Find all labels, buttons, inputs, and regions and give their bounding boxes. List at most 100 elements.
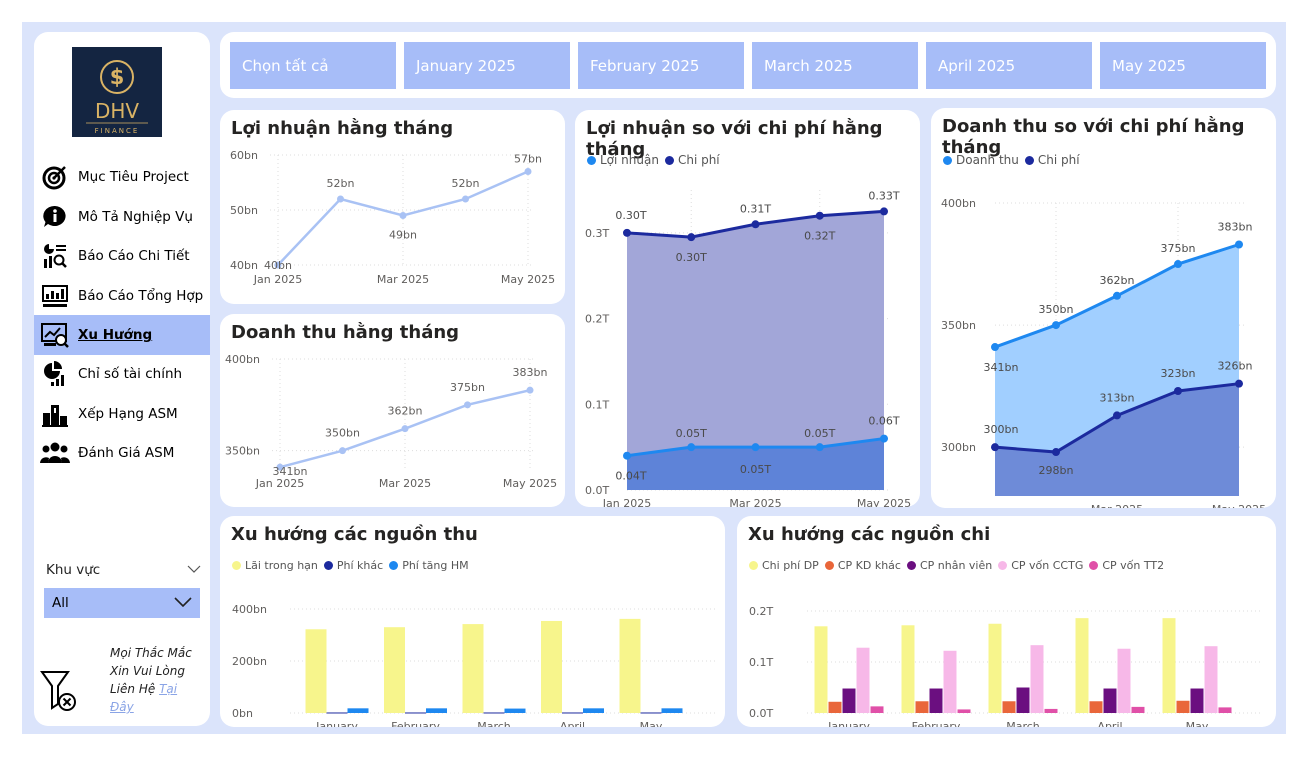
slicer-february-button[interactable]: February 2025 (578, 42, 744, 89)
x-tick-label: February (391, 720, 440, 727)
target-icon (40, 164, 70, 190)
data-point (1235, 240, 1243, 249)
bar (1075, 618, 1089, 713)
data-label: 0.04T (615, 470, 646, 483)
data-label: 0.05T (740, 463, 771, 476)
y-tick-label: 0.3T (585, 227, 609, 240)
profit-vs-cost-chart: 0.0T 0.1T 0.2T 0.3T Jan 2025 Mar 2025 May 2025… (585, 189, 911, 507)
x-tick-label: May (1186, 720, 1209, 727)
revenue-vs-cost-card: Doanh thu so với chi phí hằng tháng Doan… (931, 108, 1276, 508)
svg-text:$: $ (110, 65, 125, 89)
region-filter-header[interactable]: Khu vực (46, 562, 201, 578)
data-point (399, 212, 407, 219)
nav-item-muc-tieu[interactable]: Mục Tiêu Project (34, 157, 210, 197)
bar (1002, 701, 1016, 713)
x-tick-label: May 2025 (1212, 503, 1266, 508)
bar (915, 701, 929, 713)
data-label: 0.30T (676, 251, 707, 264)
revenue-monthly-chart: 350bn 400bn Jan 2025 Mar 2025 May 2025 341bn 3… (225, 353, 557, 490)
data-point (751, 220, 760, 229)
bar (562, 712, 583, 714)
chevron-down-icon (174, 595, 192, 611)
data-point (1052, 448, 1060, 457)
data-label: 323bn (1161, 367, 1196, 380)
nav-label: Xếp Hạng ASM (78, 406, 178, 422)
data-label: 0.06T (868, 415, 899, 428)
data-label: 52bn (327, 177, 355, 190)
x-tick-label: April (560, 720, 585, 727)
revenue-monthly-card: Doanh thu hằng tháng 350bn 400bn Jan 2025 M… (220, 314, 565, 507)
data-label: 375bn (1161, 242, 1196, 255)
nav-item-xep-hang-asm[interactable]: Xếp Hạng ASM (34, 394, 210, 434)
bar (842, 688, 856, 713)
data-label: 52bn (452, 177, 480, 190)
data-label: 341bn (984, 361, 1019, 374)
y-tick-label: 200bn (232, 655, 267, 668)
nav-item-danh-gia-asm[interactable]: Đánh Giá ASM (34, 433, 210, 473)
data-point (339, 447, 346, 455)
slicer-may-button[interactable]: May 2025 (1100, 42, 1266, 89)
bar (405, 712, 426, 714)
data-point (337, 195, 344, 203)
nav-label: Báo Cáo Tổng Hợp (78, 288, 204, 304)
data-point (1235, 379, 1243, 388)
nav-label: Mục Tiêu Project (78, 169, 189, 185)
data-point (1174, 260, 1182, 269)
chevron-down-icon[interactable] (187, 562, 201, 578)
nav-item-xu-huong[interactable]: Xu Hướng (34, 315, 210, 355)
nav-label: Xu Hướng (78, 327, 153, 343)
report-search-icon (40, 243, 70, 269)
y-tick-label: 350bn (941, 319, 976, 332)
data-label: 40bn (264, 259, 292, 272)
data-label: 362bn (1100, 274, 1135, 287)
data-label: 326bn (1218, 360, 1253, 373)
nav-item-bao-cao-tong-hop[interactable]: Báo Cáo Tổng Hợp (34, 276, 210, 316)
data-point (687, 233, 696, 242)
bar (1190, 688, 1204, 713)
bar (483, 712, 505, 714)
data-point (815, 443, 824, 452)
bar (1030, 645, 1044, 713)
bar (929, 688, 943, 713)
x-tick-label: Mar 2025 (729, 497, 781, 507)
y-tick-label: 400bn (941, 197, 976, 210)
bar (426, 708, 447, 713)
bar (504, 708, 526, 713)
y-tick-label: 0.1T (749, 656, 773, 669)
bar (1131, 706, 1145, 713)
bar (1204, 646, 1218, 713)
region-select[interactable]: All (44, 588, 200, 618)
clear-filter-icon[interactable] (40, 668, 80, 714)
y-tick-label: 60bn (230, 149, 258, 162)
profit-monthly-chart: 40bn 50bn 60bn Jan 2025 Mar 2025 May 2025 40bn… (230, 149, 555, 286)
bar (814, 626, 828, 713)
y-tick-label: 50bn (230, 204, 258, 217)
bar (384, 627, 405, 713)
x-tick-label: Mar 2025 (379, 477, 431, 490)
data-label: 0.31T (740, 202, 771, 215)
nav-item-mo-ta[interactable]: Mô Tả Nghiệp Vụ (34, 197, 210, 237)
data-label: 0.05T (676, 427, 707, 440)
region-filter-label: Khu vực (46, 562, 101, 578)
data-point (526, 386, 534, 394)
dhv-finance-logo: $ DHV FINANCE (72, 47, 162, 137)
data-label: 350bn (1039, 303, 1074, 316)
y-tick-label: 300bn (941, 441, 976, 454)
contact-text: Mọi Thắc Mắc Xin Vui Lòng Liên Hệ (110, 646, 192, 696)
y-tick-label: 0.1T (585, 398, 609, 411)
trend-icon (40, 322, 70, 348)
slicer-march-button[interactable]: March 2025 (752, 42, 918, 89)
slicer-april-button[interactable]: April 2025 (926, 42, 1092, 89)
logo-name: DHV (95, 99, 139, 123)
nav-item-chi-so-tai-chinh[interactable]: Chỉ số tài chính (34, 354, 210, 394)
data-point (991, 343, 999, 352)
nav-item-bao-cao-chi-tiet[interactable]: Báo Cáo Chi Tiết (34, 236, 210, 276)
y-tick-label: 0.2T (585, 313, 609, 326)
bar (1162, 618, 1176, 713)
data-point (880, 207, 888, 216)
data-point (1174, 387, 1182, 396)
slicer-select-all-button[interactable]: Chọn tất cả (230, 42, 396, 89)
income-sources-chart: 0bn 200bn 400bn January February March April Ma… (232, 603, 715, 727)
month-slicer-bar: Chọn tất cả January 2025 February 2025 M… (220, 32, 1276, 98)
slicer-january-button[interactable]: January 2025 (404, 42, 570, 89)
